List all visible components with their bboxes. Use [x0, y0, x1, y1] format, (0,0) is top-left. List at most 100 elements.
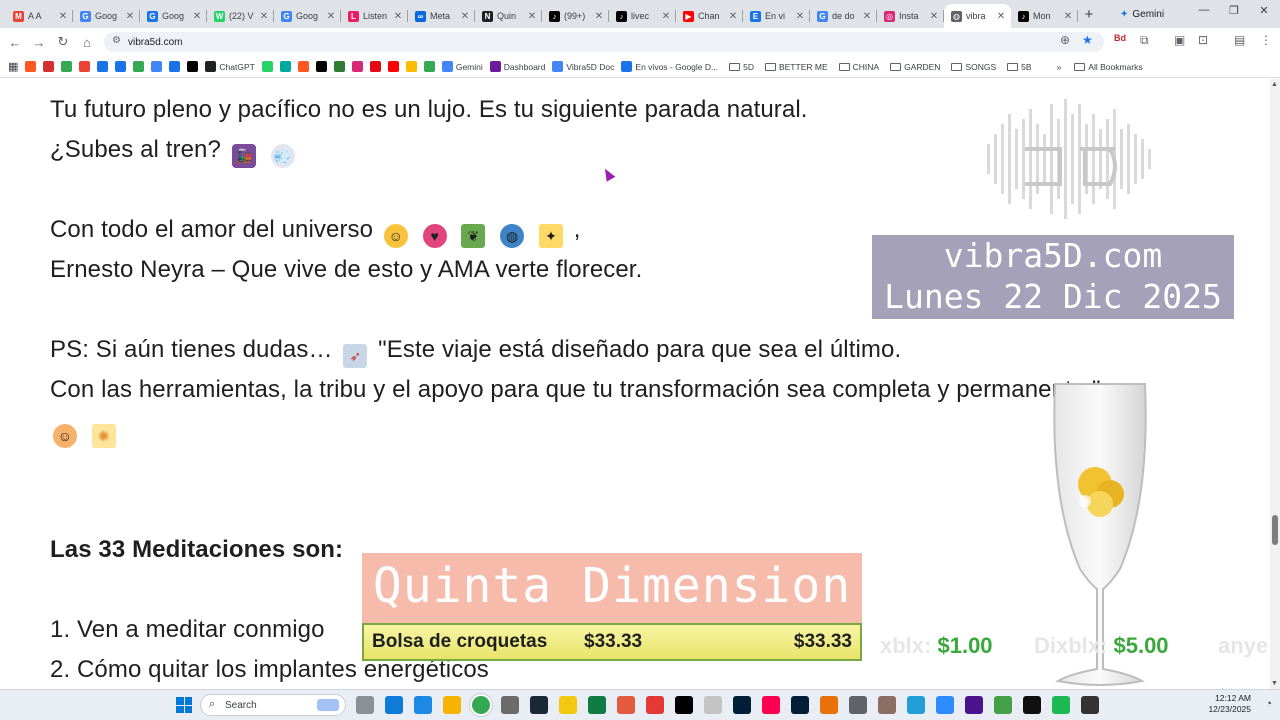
bookmark-star-icon[interactable]: ★ [1082, 33, 1093, 47]
bookmark-item[interactable] [133, 61, 145, 72]
browser-tab[interactable]: G Goog ✕ [73, 4, 140, 28]
start-windows-icon[interactable] [176, 697, 192, 713]
tab-close-icon[interactable]: ✕ [191, 11, 203, 22]
tab-close-icon[interactable]: ✕ [392, 11, 404, 22]
restore-button[interactable]: ❐ [1220, 4, 1248, 22]
extensions-puzzle-icon[interactable]: ⧉ [1140, 33, 1149, 48]
bookmark-item[interactable] [151, 61, 163, 72]
taskbar-app-icon[interactable] [878, 696, 896, 714]
tab-close-icon[interactable]: ✕ [1062, 11, 1074, 22]
browser-tab[interactable]: ∞ Meta ✕ [408, 4, 475, 28]
menu-kebab-icon[interactable]: ⋮ [1260, 33, 1272, 47]
bookmark-item[interactable] [25, 61, 37, 72]
taskbar-app-icon[interactable] [414, 696, 432, 714]
taskbar-app-icon[interactable] [617, 696, 635, 714]
reload-button[interactable]: ↻ [51, 34, 75, 50]
browser-tab[interactable]: W (22) V ✕ [207, 4, 274, 28]
bookmarks-overflow-chevron-icon[interactable]: » [1057, 62, 1062, 72]
browser-tab[interactable]: ♪ livec ✕ [609, 4, 676, 28]
taskbar-app-icon[interactable] [907, 696, 925, 714]
address-bar[interactable]: ⚙ vibra5d.com [104, 32, 1104, 52]
tab-close-icon[interactable]: ✕ [995, 11, 1007, 22]
extension-icon[interactable]: Bd [1114, 33, 1126, 43]
taskbar-search[interactable]: ⌕ Search [200, 694, 346, 716]
scrollbar-thumb[interactable] [1272, 515, 1278, 545]
browser-tab[interactable]: ▶ Chan ✕ [676, 4, 743, 28]
bookmark-item[interactable] [79, 61, 91, 72]
bookmark-item[interactable] [369, 61, 381, 72]
tab-close-icon[interactable]: ✕ [861, 11, 873, 22]
taskbar-app-icon[interactable] [820, 696, 838, 714]
media-icon[interactable]: ▣ [1174, 33, 1185, 47]
new-tab-button[interactable]: + [1078, 6, 1100, 23]
taskbar-app-icon[interactable] [704, 696, 722, 714]
tab-close-icon[interactable]: ✕ [928, 11, 940, 22]
zoom-icon[interactable]: ⊕ [1060, 33, 1070, 47]
scroll-down-icon[interactable]: ▼ [1271, 680, 1278, 687]
site-info-icon[interactable]: ⚙ [112, 35, 121, 46]
bookmark-folder[interactable]: 5D [729, 62, 754, 72]
taskbar-app-icon[interactable] [501, 696, 519, 714]
back-button[interactable]: ← [3, 35, 27, 50]
bookmark-folder[interactable]: SONGS [951, 62, 996, 72]
tab-close-icon[interactable]: ✕ [124, 11, 136, 22]
tab-close-icon[interactable]: ✕ [258, 11, 270, 22]
bookmark-item[interactable] [61, 61, 73, 72]
taskbar-app-icon[interactable] [849, 696, 867, 714]
bookmark-item[interactable]: En vivos - Google D... [621, 61, 718, 72]
page-scrollbar[interactable]: ▲ ▼ [1270, 79, 1280, 689]
bookmark-item[interactable] [187, 61, 199, 72]
browser-tab[interactable]: Gde do ✕ [810, 4, 877, 28]
taskbar-app-icon[interactable] [356, 696, 374, 714]
browser-tab[interactable]: ♪ Mon ✕ [1011, 4, 1078, 28]
browser-tab[interactable]: N Quin ✕ [475, 4, 542, 28]
bookmark-item[interactable]: Vibra5D Doc [552, 61, 614, 72]
scroll-up-icon[interactable]: ▲ [1271, 81, 1278, 88]
bookmark-folder[interactable]: BETTER ME [764, 62, 828, 72]
tab-close-icon[interactable]: ✕ [660, 11, 672, 22]
bookmark-item[interactable] [169, 61, 181, 72]
taskbar-app-icon[interactable] [1052, 696, 1070, 714]
browser-tab[interactable]: L Listen ✕ [341, 4, 408, 28]
browser-tab[interactable]: ♪ (99+) ✕ [542, 4, 609, 28]
tab-close-icon[interactable]: ✕ [57, 11, 69, 22]
browser-tab[interactable]: M A A ✕ [6, 4, 73, 28]
bookmark-item[interactable] [43, 61, 55, 72]
taskbar-app-icon[interactable] [733, 696, 751, 714]
taskbar-app-icon[interactable] [443, 696, 461, 714]
gemini-button[interactable]: ✦ Gemini [1120, 5, 1164, 23]
bookmark-item[interactable] [423, 61, 435, 72]
tab-close-icon[interactable]: ✕ [459, 11, 471, 22]
side-panel-icon[interactable]: ▤ [1234, 33, 1245, 47]
browser-tab[interactable]: G Goog ✕ [140, 4, 207, 28]
taskbar-app-icon[interactable] [994, 696, 1012, 714]
minimize-button[interactable]: — [1190, 4, 1218, 22]
bookmark-folder[interactable]: 5B [1007, 62, 1032, 72]
bookmark-item[interactable] [97, 61, 109, 72]
tab-close-icon[interactable]: ✕ [325, 11, 337, 22]
taskbar-app-icon[interactable] [936, 696, 954, 714]
taskbar-app-icon[interactable] [1081, 696, 1099, 714]
browser-tab[interactable]: ◍ vibra ✕ [944, 4, 1011, 28]
close-window-button[interactable]: ✕ [1250, 4, 1278, 22]
taskbar-app-icon[interactable] [588, 696, 606, 714]
bookmark-item[interactable] [315, 61, 327, 72]
notification-bell-icon[interactable]: ◔ [1265, 698, 1272, 710]
apps-grid-icon[interactable]: ▦ [8, 60, 18, 73]
taskbar-app-icon[interactable] [965, 696, 983, 714]
tab-close-icon[interactable]: ✕ [526, 11, 538, 22]
taskbar-app-icon[interactable] [791, 696, 809, 714]
tab-close-icon[interactable]: ✕ [794, 11, 806, 22]
taskbar-app-icon[interactable] [472, 696, 490, 714]
taskbar-app-icon[interactable] [646, 696, 664, 714]
tab-close-icon[interactable]: ✕ [593, 11, 605, 22]
bookmark-item[interactable] [279, 61, 291, 72]
bookmark-folder[interactable]: CHINA [838, 62, 879, 72]
taskbar-app-icon[interactable] [762, 696, 780, 714]
all-bookmarks-button[interactable]: All Bookmarks [1074, 62, 1143, 72]
bookmark-item[interactable]: ChatGPT [205, 61, 255, 72]
bookmark-item[interactable] [115, 61, 127, 72]
home-button[interactable]: ⌂ [75, 35, 99, 50]
forward-button[interactable]: → [27, 35, 51, 50]
bookmark-item[interactable] [387, 61, 399, 72]
